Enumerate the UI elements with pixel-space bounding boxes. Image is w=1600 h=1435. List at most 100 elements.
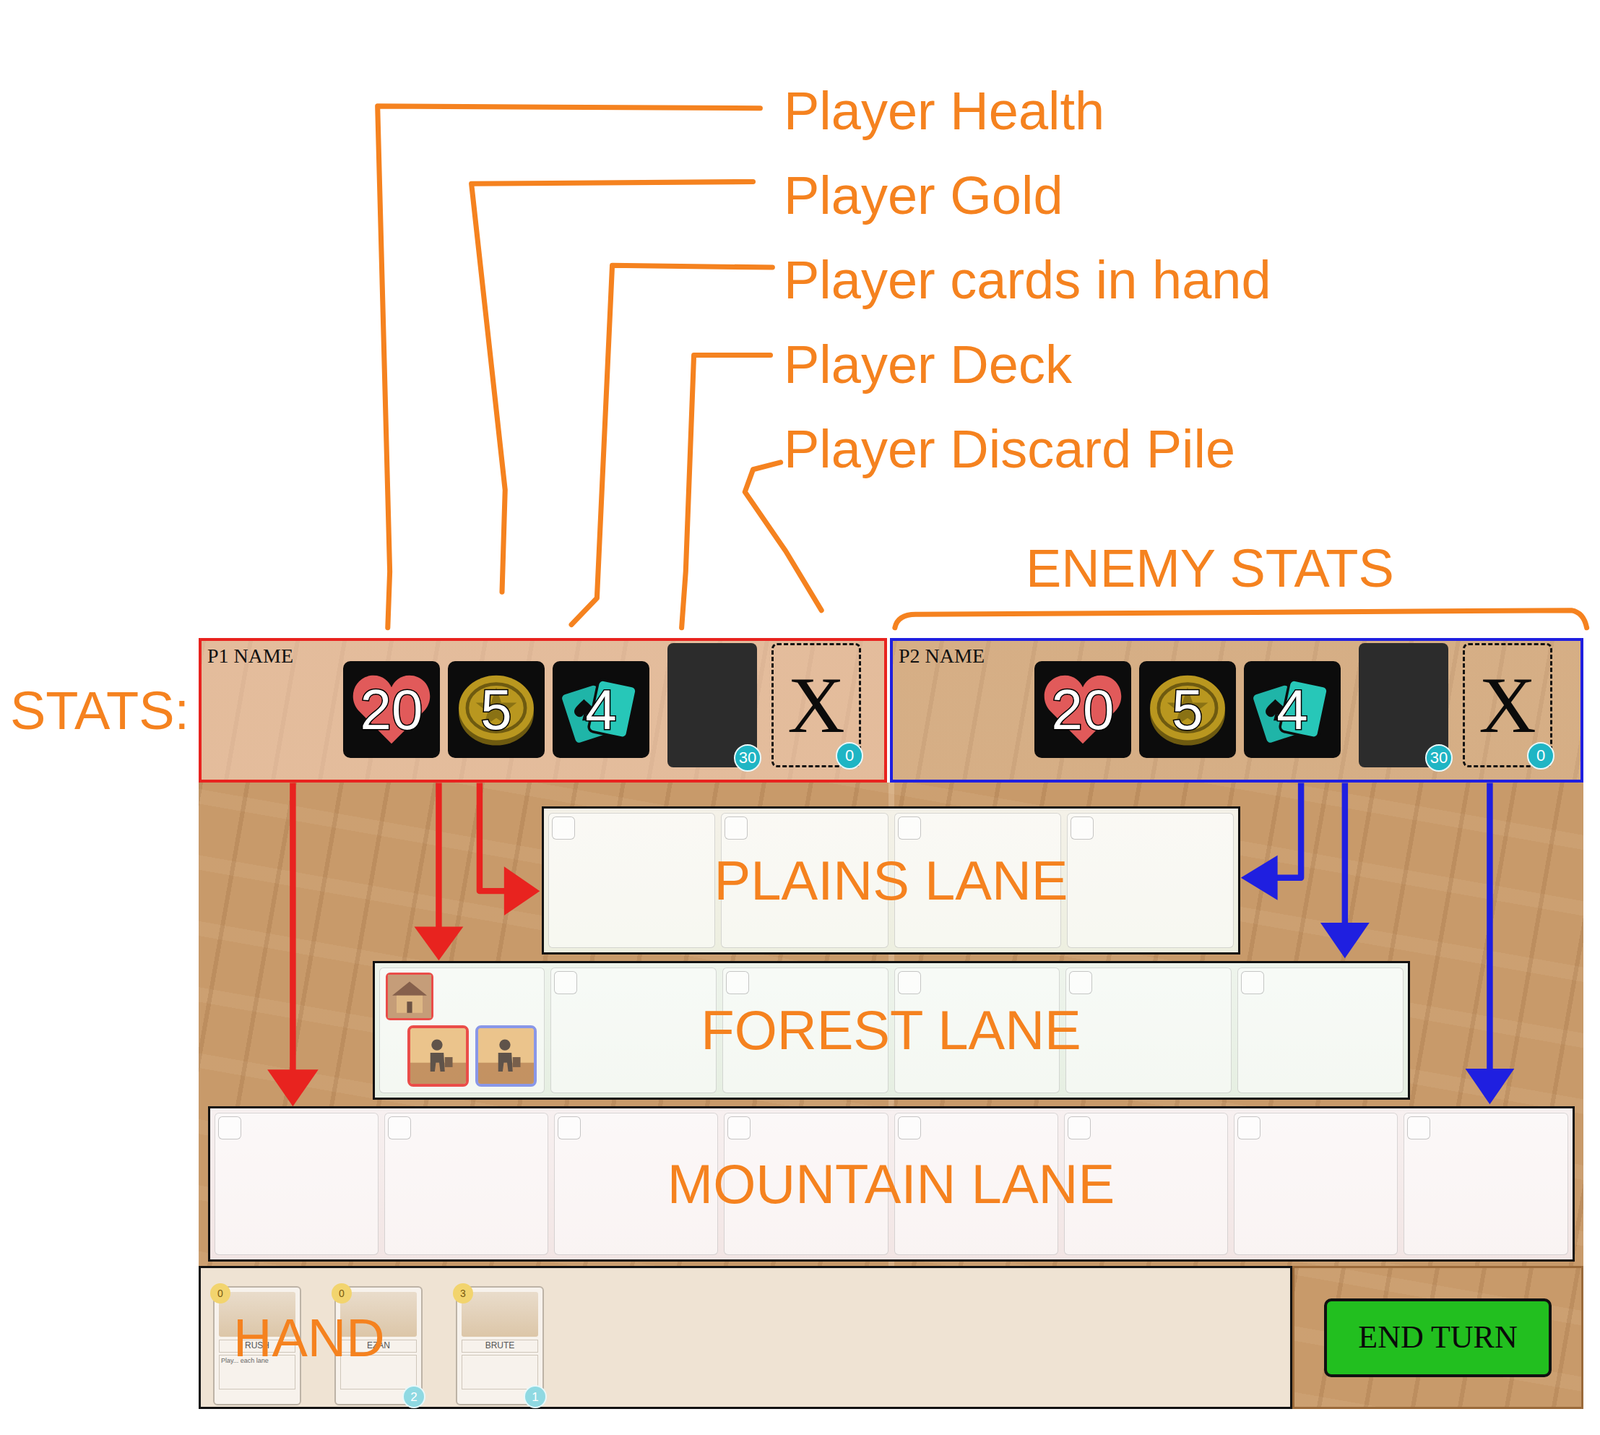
gold-tile: 5 (447, 660, 545, 758)
lane-label: PLAINS LANE (543, 808, 1239, 953)
slot-corner-mark (551, 816, 575, 840)
hand-card[interactable]: EZAN 0 2 (334, 1285, 423, 1405)
lane-slot[interactable] (1403, 1112, 1568, 1255)
arrowhead-icon (1240, 855, 1278, 901)
card-art (340, 1291, 417, 1337)
discard-pile[interactable]: X0 (771, 642, 862, 768)
annotation-header: Player HealthPlayer GoldPlayer cards in … (0, 0, 1600, 638)
card-art (218, 1291, 296, 1337)
hand-card[interactable]: RUSHPlay... each lane0 (213, 1285, 302, 1405)
unit-token[interactable] (407, 1025, 469, 1087)
player-name: P2 NAME (892, 640, 1035, 669)
end-turn-button[interactable]: END TURN (1324, 1298, 1552, 1377)
forest-lane: FOREST LANE (372, 960, 1411, 1100)
gold-value: 5 (447, 660, 545, 758)
leader-line (681, 355, 771, 628)
lane-slot[interactable] (722, 967, 889, 1093)
lane-slot[interactable] (379, 967, 546, 1093)
slot-corner-mark (897, 1116, 921, 1140)
gold-value: 5 (1139, 660, 1236, 758)
stat-tiles: 2054 (1034, 660, 1341, 758)
slot-corner-mark (387, 1116, 412, 1140)
annotation-label: Player Deck (783, 322, 1600, 407)
annotation-list: Player HealthPlayer GoldPlayer cards in … (0, 0, 1600, 492)
hand-row: RUSHPlay... each lane0EZAN02BRUTE31HANDE… (198, 1265, 1584, 1409)
card-text-box (461, 1354, 539, 1390)
stats-label: STATS: (10, 668, 190, 753)
card-art (461, 1291, 539, 1337)
lane-slot[interactable] (214, 1112, 379, 1255)
lane-slot[interactable] (1237, 967, 1404, 1093)
lane-slot[interactable] (548, 812, 716, 948)
game-board: PLAINS LANEFOREST LANE MOUNTAIN LANE (198, 782, 1584, 1266)
arrowhead-icon (1320, 922, 1370, 958)
lane-slot[interactable] (894, 812, 1062, 948)
card-count: 1 (523, 1384, 547, 1408)
annotation-label: Player Health (783, 68, 1600, 154)
lane-slot[interactable] (550, 967, 717, 1093)
lane-slot[interactable] (554, 1112, 719, 1255)
annotation-label: Player cards in hand (783, 237, 1600, 323)
slot-corner-mark (1407, 1116, 1431, 1140)
mountain-lane: MOUNTAIN LANE (208, 1105, 1575, 1262)
slot-corner-mark (725, 970, 750, 994)
slot-corner-mark (727, 1116, 751, 1140)
card-cost: 0 (210, 1282, 231, 1304)
slot-corner-mark (218, 1116, 242, 1140)
lane-slot[interactable] (720, 812, 888, 948)
arrowhead-icon (267, 1069, 319, 1106)
slot-corner-mark (897, 816, 921, 840)
lane-arrow (1342, 782, 1348, 927)
lane-slot[interactable] (384, 1112, 549, 1255)
deck-pile[interactable]: 30 (1358, 642, 1449, 768)
unit-token[interactable] (475, 1025, 537, 1087)
card-name: EZAN (340, 1339, 417, 1353)
stat-tiles: 2054 (343, 660, 650, 758)
enemy-brace (894, 610, 1587, 628)
building[interactable] (385, 972, 434, 1020)
discard-mark: X (1478, 665, 1536, 745)
hand-label-box: HAND (233, 1267, 386, 1407)
lane-slot[interactable] (894, 967, 1061, 1093)
building-icon (387, 974, 432, 1018)
enemy-stats-label: ENEMY STATS (0, 525, 1600, 611)
lane-label: FOREST LANE (374, 962, 1408, 1098)
card-cost: 3 (452, 1282, 474, 1304)
annotation-label: Player Discard Pile (783, 406, 1600, 492)
slot-corner-mark (1237, 1116, 1261, 1140)
lane-arrow (1273, 782, 1301, 877)
card-text-box: Play... each lane (218, 1354, 296, 1390)
end-turn-area: END TURN (1292, 1265, 1584, 1409)
deck-pile[interactable]: 30 (667, 642, 758, 768)
stats-row: STATS:P1 NAME205430X0P2 NAME205430X0 (0, 637, 1600, 783)
stats-label-box: STATS: (0, 637, 199, 783)
lane-slot[interactable] (1066, 812, 1234, 948)
lane-slot[interactable] (723, 1112, 888, 1255)
deck-count: 30 (1425, 744, 1453, 772)
cards-in-hand-value: 4 (1243, 660, 1341, 758)
health-value: 20 (343, 660, 440, 758)
plains-lane: PLAINS LANE (541, 806, 1241, 955)
deck-count: 30 (733, 744, 762, 772)
player-stats: P1 NAME205430X0 (198, 637, 888, 783)
lane-slot[interactable] (1065, 967, 1232, 1093)
gold-tile: 5 (1139, 660, 1236, 758)
lane-slot[interactable] (894, 1112, 1059, 1255)
hand-card[interactable]: BRUTE31 (455, 1285, 544, 1405)
lane-label-text: MOUNTAIN LANE (667, 1142, 1115, 1226)
lane-arrow (289, 782, 296, 1074)
card-count: 2 (402, 1384, 426, 1408)
cards-in-hand-tile: 4 (552, 660, 650, 758)
discard-pile[interactable]: X0 (1462, 642, 1553, 768)
slot-corner-mark (897, 970, 921, 994)
game-screen: Player HealthPlayer GoldPlayer cards in … (0, 0, 1600, 1435)
lane-slot[interactable] (1233, 1112, 1398, 1255)
lane-slot[interactable] (1064, 1112, 1228, 1255)
slot-corner-mark (1069, 970, 1093, 994)
lane-arrow (479, 782, 509, 891)
arrowhead-icon (1465, 1068, 1515, 1104)
leader-line (744, 462, 822, 611)
card-cost: 0 (331, 1282, 352, 1304)
leader-line (471, 181, 754, 592)
discard-count: 0 (1527, 741, 1555, 770)
